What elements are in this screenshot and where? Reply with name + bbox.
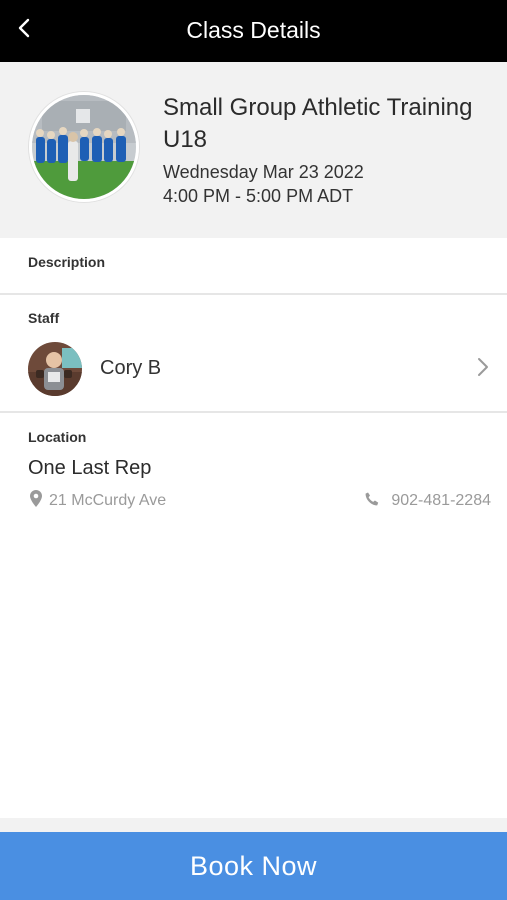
staff-row[interactable]: Cory B	[0, 330, 507, 406]
footer-gap	[0, 818, 507, 832]
book-now-button[interactable]: Book Now	[0, 832, 507, 900]
staff-label: Staff	[28, 310, 60, 326]
class-date: Wednesday Mar 23 2022	[163, 162, 364, 182]
divider	[0, 411, 507, 413]
phone-icon	[365, 492, 379, 511]
class-time: 4:00 PM - 5:00 PM ADT	[163, 186, 354, 206]
top-bar: Class Details	[0, 0, 507, 62]
page-title: Class Details	[186, 17, 321, 43]
map-pin-icon	[30, 490, 42, 512]
class-header: Small Group Athletic Training U18 Wednes…	[0, 62, 507, 238]
location-label: Location	[28, 429, 87, 445]
staff-name: Cory B	[100, 357, 162, 379]
location-name: One Last Rep	[28, 457, 152, 479]
location-phone[interactable]: 902-481-2284	[365, 490, 491, 512]
chevron-right-icon	[474, 354, 492, 380]
staff-avatar	[28, 342, 82, 396]
divider	[0, 293, 507, 295]
address-text: 21 McCurdy Ave	[49, 492, 167, 509]
location-address[interactable]: 21 McCurdy Ave	[30, 490, 166, 512]
phone-text: 902-481-2284	[391, 492, 491, 509]
class-photo	[29, 92, 139, 202]
class-name: Small Group Athletic Training U18	[163, 94, 473, 153]
description-label: Description	[28, 254, 106, 270]
